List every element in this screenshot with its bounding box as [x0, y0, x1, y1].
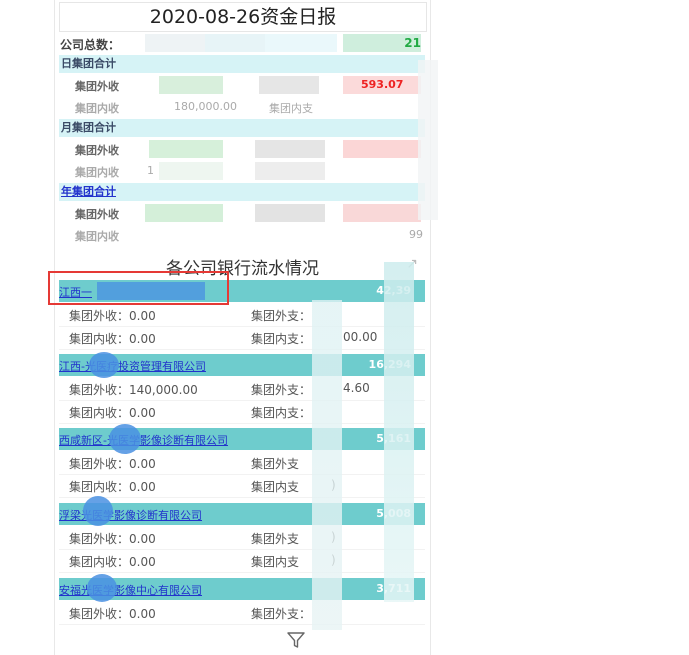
- day-external-expense-value: 593.07: [361, 78, 404, 91]
- external-expense-label: 集团外支：: [251, 309, 312, 323]
- company-name-link[interactable]: 安福光医学影像中心有限公司: [59, 582, 202, 598]
- external-expense-label: 集团外支: [251, 532, 300, 546]
- blurred-cell: [343, 204, 421, 222]
- day-external-income-label: 集团外收: [75, 80, 119, 93]
- report-panel: 2020-08-26资金日报 公司总数： 21 日集团合计 集团外收 593.0…: [54, 0, 431, 655]
- year-internal-income-label: 集团内收: [75, 230, 119, 243]
- month-internal-income-label: 集团内收: [75, 166, 119, 179]
- external-income: 集团外收：0.00: [69, 607, 156, 621]
- blurred-cell: [159, 76, 223, 94]
- blurred-cell: [259, 76, 319, 94]
- year-external-income-label: 集团外收: [75, 208, 119, 221]
- external-expense-label: 集团外支：: [251, 383, 312, 397]
- mosaic-redaction: [312, 300, 342, 630]
- report-title: 2020-08-26资金日报: [59, 2, 427, 32]
- redaction-blob: [83, 496, 113, 526]
- internal-income: 集团内收：0.00: [69, 555, 156, 569]
- external-expense-label: 集团外支：: [251, 607, 312, 621]
- blurred-cell: [149, 140, 223, 158]
- redaction-blob: [109, 424, 141, 454]
- mosaic-redaction: [418, 60, 438, 220]
- external-expense-label: 集团外支: [251, 457, 300, 471]
- filter-icon[interactable]: [286, 630, 306, 650]
- day-internal-income-label: 集团内收: [75, 102, 119, 115]
- internal-income: 集团内收：0.00: [69, 480, 156, 494]
- month-external-income-row: 集团外收: [59, 138, 425, 160]
- day-internal-expense-label: 集团内支: [269, 102, 313, 115]
- company-stat-row: 集团内收：0.00 集团内支： 00.00: [59, 326, 425, 350]
- day-internal-income-row: 集团内收 180,000.00 集团内支: [59, 96, 425, 118]
- company-total-value: 21: [404, 36, 421, 50]
- highlight-box: [48, 271, 229, 305]
- year-internal-income-row: 集团内收 99: [59, 224, 425, 246]
- external-income: 集团外收：0.00: [69, 532, 156, 546]
- year-external-income-row: 集团外收: [59, 202, 425, 224]
- blurred-cell: [205, 34, 265, 52]
- mosaic-redaction: [384, 262, 414, 602]
- blurred-cell: [145, 204, 223, 222]
- blurred-cell: [145, 34, 205, 52]
- blurred-cell: [255, 140, 325, 158]
- company-stat-row: 集团外收：140,000.00 集团外支： 4.60: [59, 377, 425, 401]
- month-internal-income-value: 1: [147, 164, 154, 177]
- year-group-header[interactable]: 年集团合计: [59, 183, 425, 201]
- company-stat-row: 集团外收：0.00 集团外支：: [59, 601, 425, 625]
- year-internal-expense-value: 99: [409, 228, 423, 241]
- blurred-cell: [265, 34, 337, 52]
- company-total-row: 公司总数： 21: [59, 32, 425, 54]
- company-stat-row: 集团内收：0.00 集团内支 ): [59, 549, 425, 573]
- internal-expense-value: 00.00: [343, 330, 378, 344]
- month-external-income-label: 集团外收: [75, 144, 119, 157]
- redaction-blob: [87, 574, 117, 602]
- redaction-blob: [89, 352, 119, 378]
- blurred-cell: [159, 162, 223, 180]
- company-name-link[interactable]: 浮梁光医学影像诊断有限公司: [59, 507, 202, 523]
- company-stat-row: 集团外收：0.00 集团外支：: [59, 303, 425, 327]
- internal-expense-label: 集团内支: [251, 555, 300, 569]
- external-income: 集团外收：0.00: [69, 457, 156, 471]
- day-external-income-row: 集团外收 593.07: [59, 74, 425, 96]
- company-name-link[interactable]: 西咸新区-光医学影像诊断有限公司: [59, 432, 228, 448]
- blurred-cell: [255, 204, 325, 222]
- external-income: 集团外收：140,000.00: [69, 383, 198, 397]
- external-expense-value: 4.60: [343, 381, 370, 395]
- blurred-cell: [343, 140, 421, 158]
- month-internal-income-row: 集团内收 1: [59, 160, 425, 182]
- internal-income: 集团内收：0.00: [69, 332, 156, 346]
- company-name-link[interactable]: 江西-光医疗投资管理有限公司: [59, 358, 206, 374]
- company-stat-row: 集团外收：0.00 集团外支: [59, 451, 425, 475]
- blurred-cell: [255, 162, 325, 180]
- company-stat-row: 集团外收：0.00 集团外支 ): [59, 526, 425, 550]
- internal-expense-label: 集团内支: [251, 480, 300, 494]
- day-internal-income-value: 180,000.00: [174, 100, 237, 113]
- company-row[interactable]: 浮梁光医学影像诊断有限公司 5,008: [59, 503, 425, 525]
- internal-income: 集团内收：0.00: [69, 406, 156, 420]
- company-total-label: 公司总数：: [60, 38, 121, 52]
- internal-expense-label: 集团内支：: [251, 406, 312, 420]
- external-income: 集团外收：0.00: [69, 309, 156, 323]
- day-group-header: 日集团合计: [59, 55, 425, 73]
- company-stat-row: 集团内收：0.00 集团内支 ): [59, 474, 425, 498]
- company-stat-row: 集团内收：0.00 集团内支：: [59, 400, 425, 424]
- month-group-header: 月集团合计: [59, 119, 425, 137]
- internal-expense-label: 集团内支：: [251, 332, 312, 346]
